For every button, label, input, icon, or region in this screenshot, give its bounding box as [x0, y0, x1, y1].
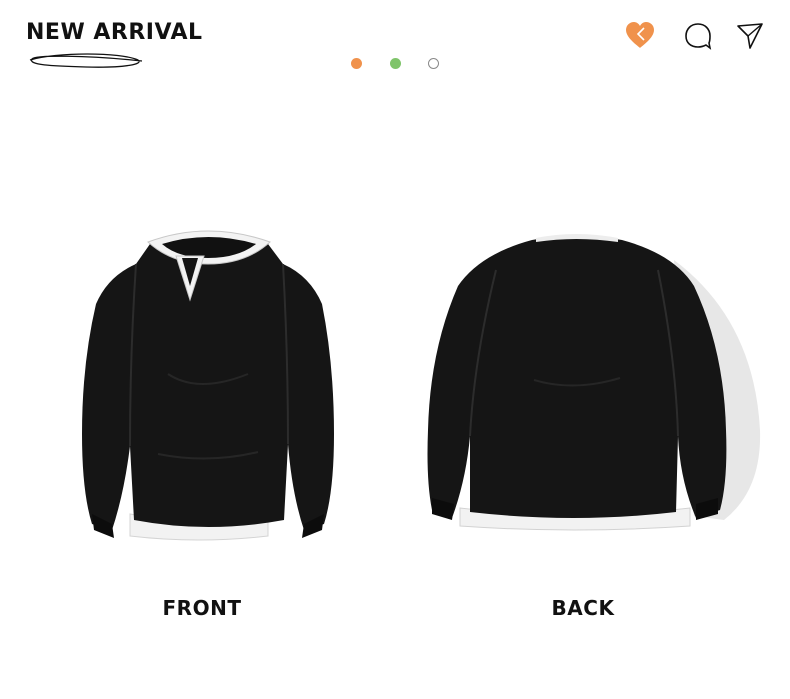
carousel-dot-1[interactable]	[351, 58, 362, 69]
swoosh-decoration	[29, 53, 143, 68]
carousel-dot-2[interactable]	[390, 58, 401, 69]
carousel-dot-3[interactable]	[428, 58, 439, 69]
carousel-indicator	[348, 58, 443, 72]
heart-icon[interactable]	[624, 20, 656, 50]
front-caption: FRONT	[162, 596, 242, 620]
send-icon[interactable]	[734, 20, 766, 52]
page-title: NEW ARRIVAL	[26, 20, 203, 45]
action-icons	[624, 20, 764, 54]
comment-icon[interactable]	[682, 20, 714, 52]
sweatshirt-front-image	[82, 230, 334, 541]
sweatshirt-back-image	[427, 234, 761, 531]
back-caption: BACK	[551, 596, 615, 620]
